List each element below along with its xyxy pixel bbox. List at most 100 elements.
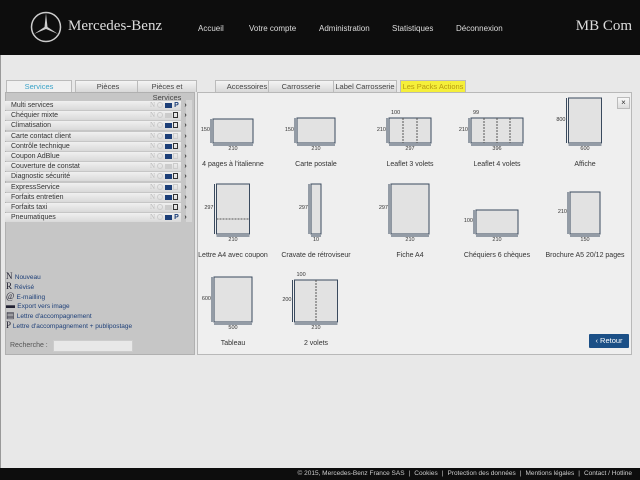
service-row[interactable]: Couverture de constat N › xyxy=(5,162,187,172)
back-button[interactable]: ‹ Retour xyxy=(589,334,629,348)
service-row[interactable]: ExpressService N › xyxy=(5,182,187,192)
legend-item: ▬ Export vers image xyxy=(6,300,70,310)
height-dimension: 800 xyxy=(556,116,566,123)
height-dimension: 210 xyxy=(458,126,468,133)
footer-link-4[interactable]: Contact / Hotline xyxy=(584,470,632,477)
tab-5[interactable]: Label Carrosserie xyxy=(333,80,397,92)
letter-icon[interactable] xyxy=(173,153,178,159)
legend-item: N Nouveau xyxy=(6,271,41,281)
new-flag-icon: N xyxy=(149,121,156,130)
export-image-icon[interactable] xyxy=(165,113,172,119)
email-icon xyxy=(157,183,163,190)
nav-votre-compte[interactable]: Votre compte xyxy=(249,24,296,33)
service-row[interactable]: Forfaits entretien N › xyxy=(5,192,187,202)
letter-icon[interactable] xyxy=(173,183,178,190)
legend-symbol-icon: P xyxy=(6,320,13,330)
letter-icon[interactable] xyxy=(173,112,178,119)
tab-1[interactable]: Pièces xyxy=(75,80,141,92)
tab-4[interactable]: Carrosserie xyxy=(268,80,334,92)
format-item[interactable]: 396 210 99 Leaflet 4 volets xyxy=(447,106,547,168)
height-dimension: 150 xyxy=(200,127,210,133)
export-image-icon[interactable] xyxy=(165,174,172,180)
format-item[interactable]: 600 800 Affiche xyxy=(535,86,635,168)
export-image-icon[interactable] xyxy=(165,164,172,170)
service-row[interactable]: Chéquier mixte N › xyxy=(5,111,187,121)
export-image-icon[interactable] xyxy=(165,133,172,139)
export-image-icon[interactable] xyxy=(165,205,172,210)
legend-symbol-icon: N xyxy=(6,271,15,281)
mercedes-star-logo[interactable] xyxy=(30,11,62,43)
format-item[interactable]: 150 210 Brochure A5 20/12 pages xyxy=(535,180,635,259)
letter-icon[interactable] xyxy=(173,173,178,180)
nav-deconnexion[interactable]: Déconnexion xyxy=(456,24,503,33)
footer-link-3[interactable]: Mentions légales xyxy=(525,470,574,477)
format-item[interactable]: 210 297 Fiche A4 xyxy=(360,172,460,259)
legend-item: R Révisé xyxy=(6,281,34,291)
service-label: Couverture de constat xyxy=(11,163,80,171)
format-label: Leaflet 3 volets xyxy=(386,161,434,168)
new-flag-icon: N xyxy=(149,162,156,171)
format-item[interactable]: 297 210 100 Leaflet 3 volets xyxy=(360,106,460,168)
tab-0[interactable]: Services xyxy=(6,80,72,92)
search-label: Recherche : xyxy=(10,342,48,349)
nav-administration[interactable]: Administration xyxy=(319,24,370,33)
legend-symbol-icon: @ xyxy=(6,290,17,301)
service-row[interactable]: Climatisation N › xyxy=(5,121,187,131)
nav-statistiques[interactable]: Statistiques xyxy=(392,24,433,33)
height-dimension: 150 xyxy=(284,126,294,133)
tab-2[interactable]: Pièces et Services xyxy=(137,80,197,102)
service-label: Diagnostic sécurité xyxy=(11,173,71,181)
height-dimension: 100 xyxy=(463,218,473,224)
letter-icon[interactable] xyxy=(173,122,178,129)
letter-icon[interactable] xyxy=(173,204,178,210)
legend-item: P Lettre d'accompagnement + publipostage xyxy=(6,320,132,330)
service-label: Climatisation xyxy=(11,122,52,130)
height-dimension: 297 xyxy=(378,205,388,211)
search-input[interactable] xyxy=(53,340,133,352)
email-icon xyxy=(157,193,163,200)
tab-6[interactable]: Les Packs Actions xyxy=(400,80,466,92)
service-row[interactable]: Diagnostic sécurité N › xyxy=(5,172,187,182)
nav-accueil[interactable]: Accueil xyxy=(198,24,224,33)
new-flag-icon: N xyxy=(149,131,156,140)
legend-label: Lettre d'accompagnement + publipostage xyxy=(12,323,133,330)
fold-dimension: 100 xyxy=(391,110,401,116)
format-thumbnail-icon xyxy=(388,183,430,237)
export-image-icon[interactable] xyxy=(165,184,172,190)
export-image-icon[interactable] xyxy=(165,103,172,108)
service-row[interactable]: Multi services N P › xyxy=(5,101,187,110)
export-image-icon[interactable] xyxy=(165,194,172,200)
service-row[interactable]: Pneumatiques N P › xyxy=(5,213,187,223)
publipostage-icon[interactable]: P xyxy=(173,214,180,221)
email-icon xyxy=(157,132,163,139)
separator: | xyxy=(408,470,411,477)
separator: | xyxy=(441,470,444,477)
email-icon xyxy=(157,214,163,221)
footer-link-2[interactable]: Protection des données xyxy=(447,470,515,477)
publipostage-icon[interactable]: P xyxy=(173,102,180,109)
service-label: Pneumatiques xyxy=(11,214,56,222)
format-label: Cravate de rétroviseur xyxy=(281,252,351,259)
service-row[interactable]: Contrôle technique N › xyxy=(5,141,187,151)
email-icon xyxy=(157,153,163,159)
letter-icon[interactable] xyxy=(173,163,178,170)
service-row[interactable]: Forfaits taxi N › xyxy=(5,203,187,212)
format-item[interactable]: 210 100 Chéquiers 6 chèques xyxy=(447,198,547,259)
new-flag-icon: N xyxy=(149,141,156,150)
footer-link-1[interactable]: Cookies xyxy=(414,470,437,477)
letter-icon[interactable] xyxy=(173,132,178,139)
format-item[interactable]: 10 297 Cravate de rétroviseur xyxy=(266,172,366,259)
export-image-icon[interactable] xyxy=(165,154,172,159)
export-image-icon[interactable] xyxy=(165,215,172,221)
new-flag-icon: N xyxy=(149,152,156,160)
service-row[interactable]: Carte contact client N › xyxy=(5,131,187,141)
width-dimension: 210 xyxy=(311,146,321,152)
service-row[interactable]: Coupon AdBlue N › xyxy=(5,152,187,161)
format-item[interactable]: 210 200 100 2 volets xyxy=(266,268,366,347)
export-image-icon[interactable] xyxy=(165,143,172,149)
new-flag-icon: N xyxy=(149,172,156,181)
letter-icon[interactable] xyxy=(173,193,178,200)
export-image-icon[interactable] xyxy=(165,123,172,129)
format-item[interactable]: 210 150 Carte postale xyxy=(266,106,366,168)
letter-icon[interactable] xyxy=(173,142,178,149)
